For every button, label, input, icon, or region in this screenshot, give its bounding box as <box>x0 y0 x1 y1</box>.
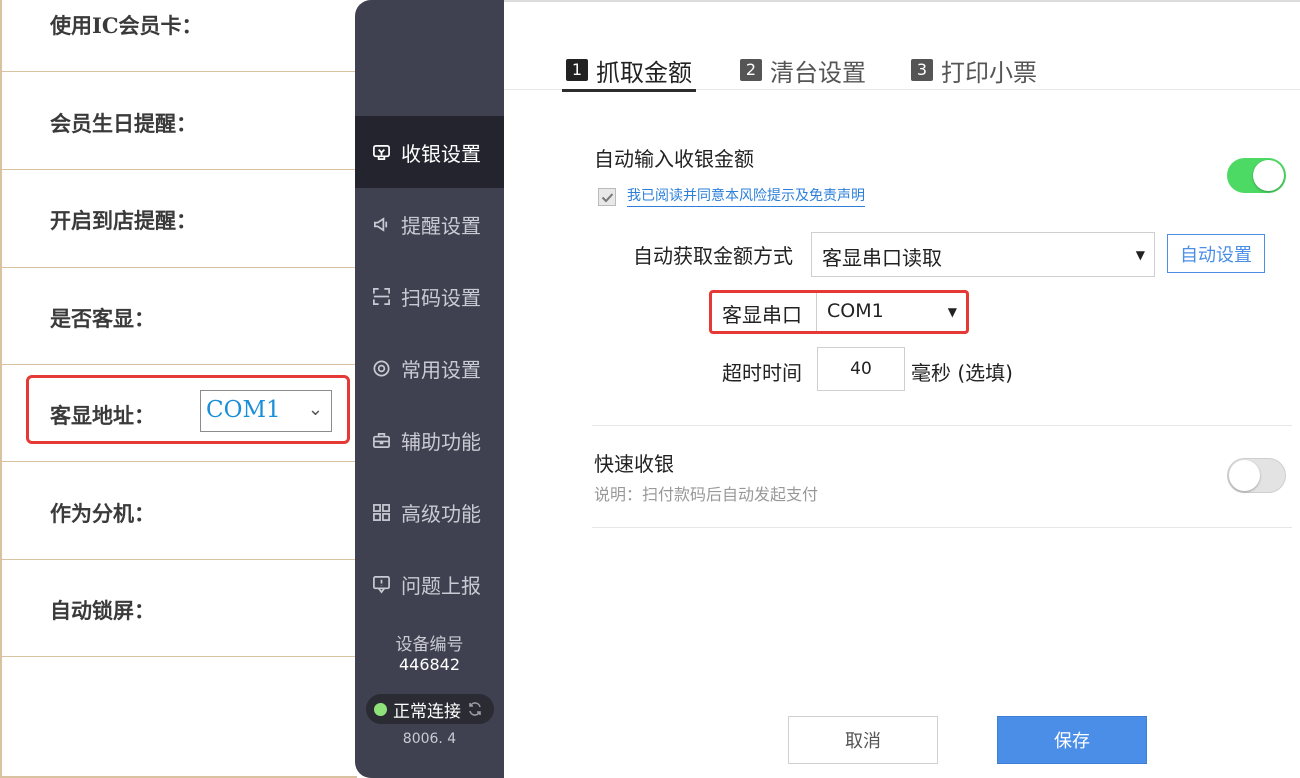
setting-label: 自动锁屏： <box>50 598 155 623</box>
save-button[interactable]: 保存 <box>997 716 1147 764</box>
tab-label: 抓取金额 <box>596 58 692 87</box>
setting-label: 作为分机： <box>50 501 155 526</box>
main-content: 1 抓取金额 2 清台设置 3 打印小票 自动输入收银金额 我已阅读并同意本风险… <box>504 0 1300 778</box>
version-text: 8006. 4 <box>402 731 457 747</box>
scan-icon <box>371 286 391 306</box>
sidebar-item-reminder[interactable]: 提醒设置 <box>355 188 504 260</box>
report-icon <box>371 574 391 594</box>
sidebar-item-label: 收银设置 <box>401 141 481 166</box>
cashier-icon <box>371 142 391 162</box>
timeout-input[interactable] <box>817 347 905 391</box>
section-divider <box>592 527 1292 528</box>
quick-checkout-description: 说明：扫付款码后自动发起支付 <box>594 485 819 504</box>
sidebar-item-label: 常用设置 <box>401 357 481 382</box>
setting-label: 会员生日提醒： <box>50 111 197 136</box>
method-label: 自动获取金额方式 <box>633 244 793 268</box>
sidebar-item-label: 辅助功能 <box>401 429 481 454</box>
quick-checkout-title: 快速收银 <box>594 452 674 476</box>
auto-amount-title: 自动输入收银金额 <box>594 147 754 171</box>
status-dot-icon <box>374 702 387 716</box>
tab-label: 打印小票 <box>941 58 1037 87</box>
legacy-settings-panel: 使用IC会员卡： 会员生日提醒： 开启到店提醒： 是否客显： 客显地址： 作为分… <box>0 0 359 778</box>
sidebar-item-assist[interactable]: 辅助功能 <box>355 404 504 476</box>
tab-grab-amount[interactable]: 1 抓取金额 <box>562 50 696 92</box>
sidebar-item-report[interactable]: 问题上报 <box>355 548 504 620</box>
agreement-checkbox[interactable] <box>598 188 616 206</box>
setting-row-ic-card: 使用IC会员卡： <box>2 0 359 72</box>
timeout-label: 超时时间 <box>722 361 802 385</box>
toggle-knob <box>1253 160 1284 191</box>
timeout-unit: 毫秒 (选填) <box>911 361 1013 385</box>
setting-row-auto-lock: 自动锁屏： <box>2 559 359 657</box>
toggle-knob <box>1229 460 1260 491</box>
tab-number: 2 <box>740 59 762 81</box>
quick-checkout-toggle[interactable] <box>1227 458 1286 493</box>
checkmark-icon <box>601 192 613 202</box>
tab-label: 清台设置 <box>770 58 866 87</box>
tab-number: 3 <box>911 59 933 81</box>
speaker-icon <box>371 214 391 234</box>
sidebar-item-label: 提醒设置 <box>401 213 481 238</box>
tab-number: 1 <box>566 59 588 81</box>
tabs-bar: 1 抓取金额 2 清台设置 3 打印小票 <box>504 40 1300 92</box>
auto-amount-toggle[interactable] <box>1227 158 1286 193</box>
tab-clear-table[interactable]: 2 清台设置 <box>740 50 866 90</box>
sidebar-item-common[interactable]: 常用设置 <box>355 332 504 404</box>
setting-row-birthday-reminder: 会员生日提醒： <box>2 72 359 170</box>
top-divider <box>504 0 1300 2</box>
sidebar-item-label: 扫码设置 <box>401 285 481 310</box>
sidebar-item-scan[interactable]: 扫码设置 <box>355 260 504 332</box>
connection-status-pill[interactable]: 正常连接 <box>366 694 494 724</box>
method-value: 客显串口读取 <box>822 246 942 270</box>
setting-label: 是否客显： <box>50 306 155 331</box>
setting-label: 使用IC会员卡： <box>50 13 203 38</box>
toolbox-icon <box>371 430 391 450</box>
cancel-button[interactable]: 取消 <box>788 716 938 764</box>
tab-print-receipt[interactable]: 3 打印小票 <box>911 50 1037 90</box>
device-label: 设备编号 <box>395 635 464 655</box>
method-select[interactable]: 客显串口读取 ▼ <box>811 232 1155 277</box>
agreement-link[interactable]: 我已阅读并同意本风险提示及免责声明 <box>627 185 865 207</box>
setting-label: 开启到店提醒： <box>50 208 197 233</box>
auto-setting-button[interactable]: 自动设置 <box>1167 234 1265 273</box>
section-divider <box>592 425 1292 426</box>
setting-row-arrival-reminder: 开启到店提醒： <box>2 170 359 268</box>
sidebar-item-label: 问题上报 <box>401 573 481 598</box>
refresh-icon[interactable] <box>467 701 483 717</box>
highlight-box <box>26 375 350 444</box>
sidebar-item-advanced[interactable]: 高级功能 <box>355 476 504 548</box>
connection-status-text: 正常连接 <box>393 701 461 722</box>
sidebar-item-cashier[interactable]: 收银设置 <box>355 116 504 188</box>
grid-icon <box>371 502 391 522</box>
caret-down-icon: ▼ <box>1135 248 1145 262</box>
highlight-box <box>709 290 969 334</box>
sidebar-item-label: 高级功能 <box>401 501 481 526</box>
device-number: 446842 <box>398 655 461 674</box>
settings-sidebar: 收银设置 提醒设置 扫码设置 常用设置 辅助功能 高级功能 问题上报 设备编号 … <box>355 0 504 778</box>
gear-icon <box>371 358 391 378</box>
setting-row-extension: 作为分机： <box>2 462 359 560</box>
setting-row-customer-display: 是否客显： <box>2 267 359 365</box>
